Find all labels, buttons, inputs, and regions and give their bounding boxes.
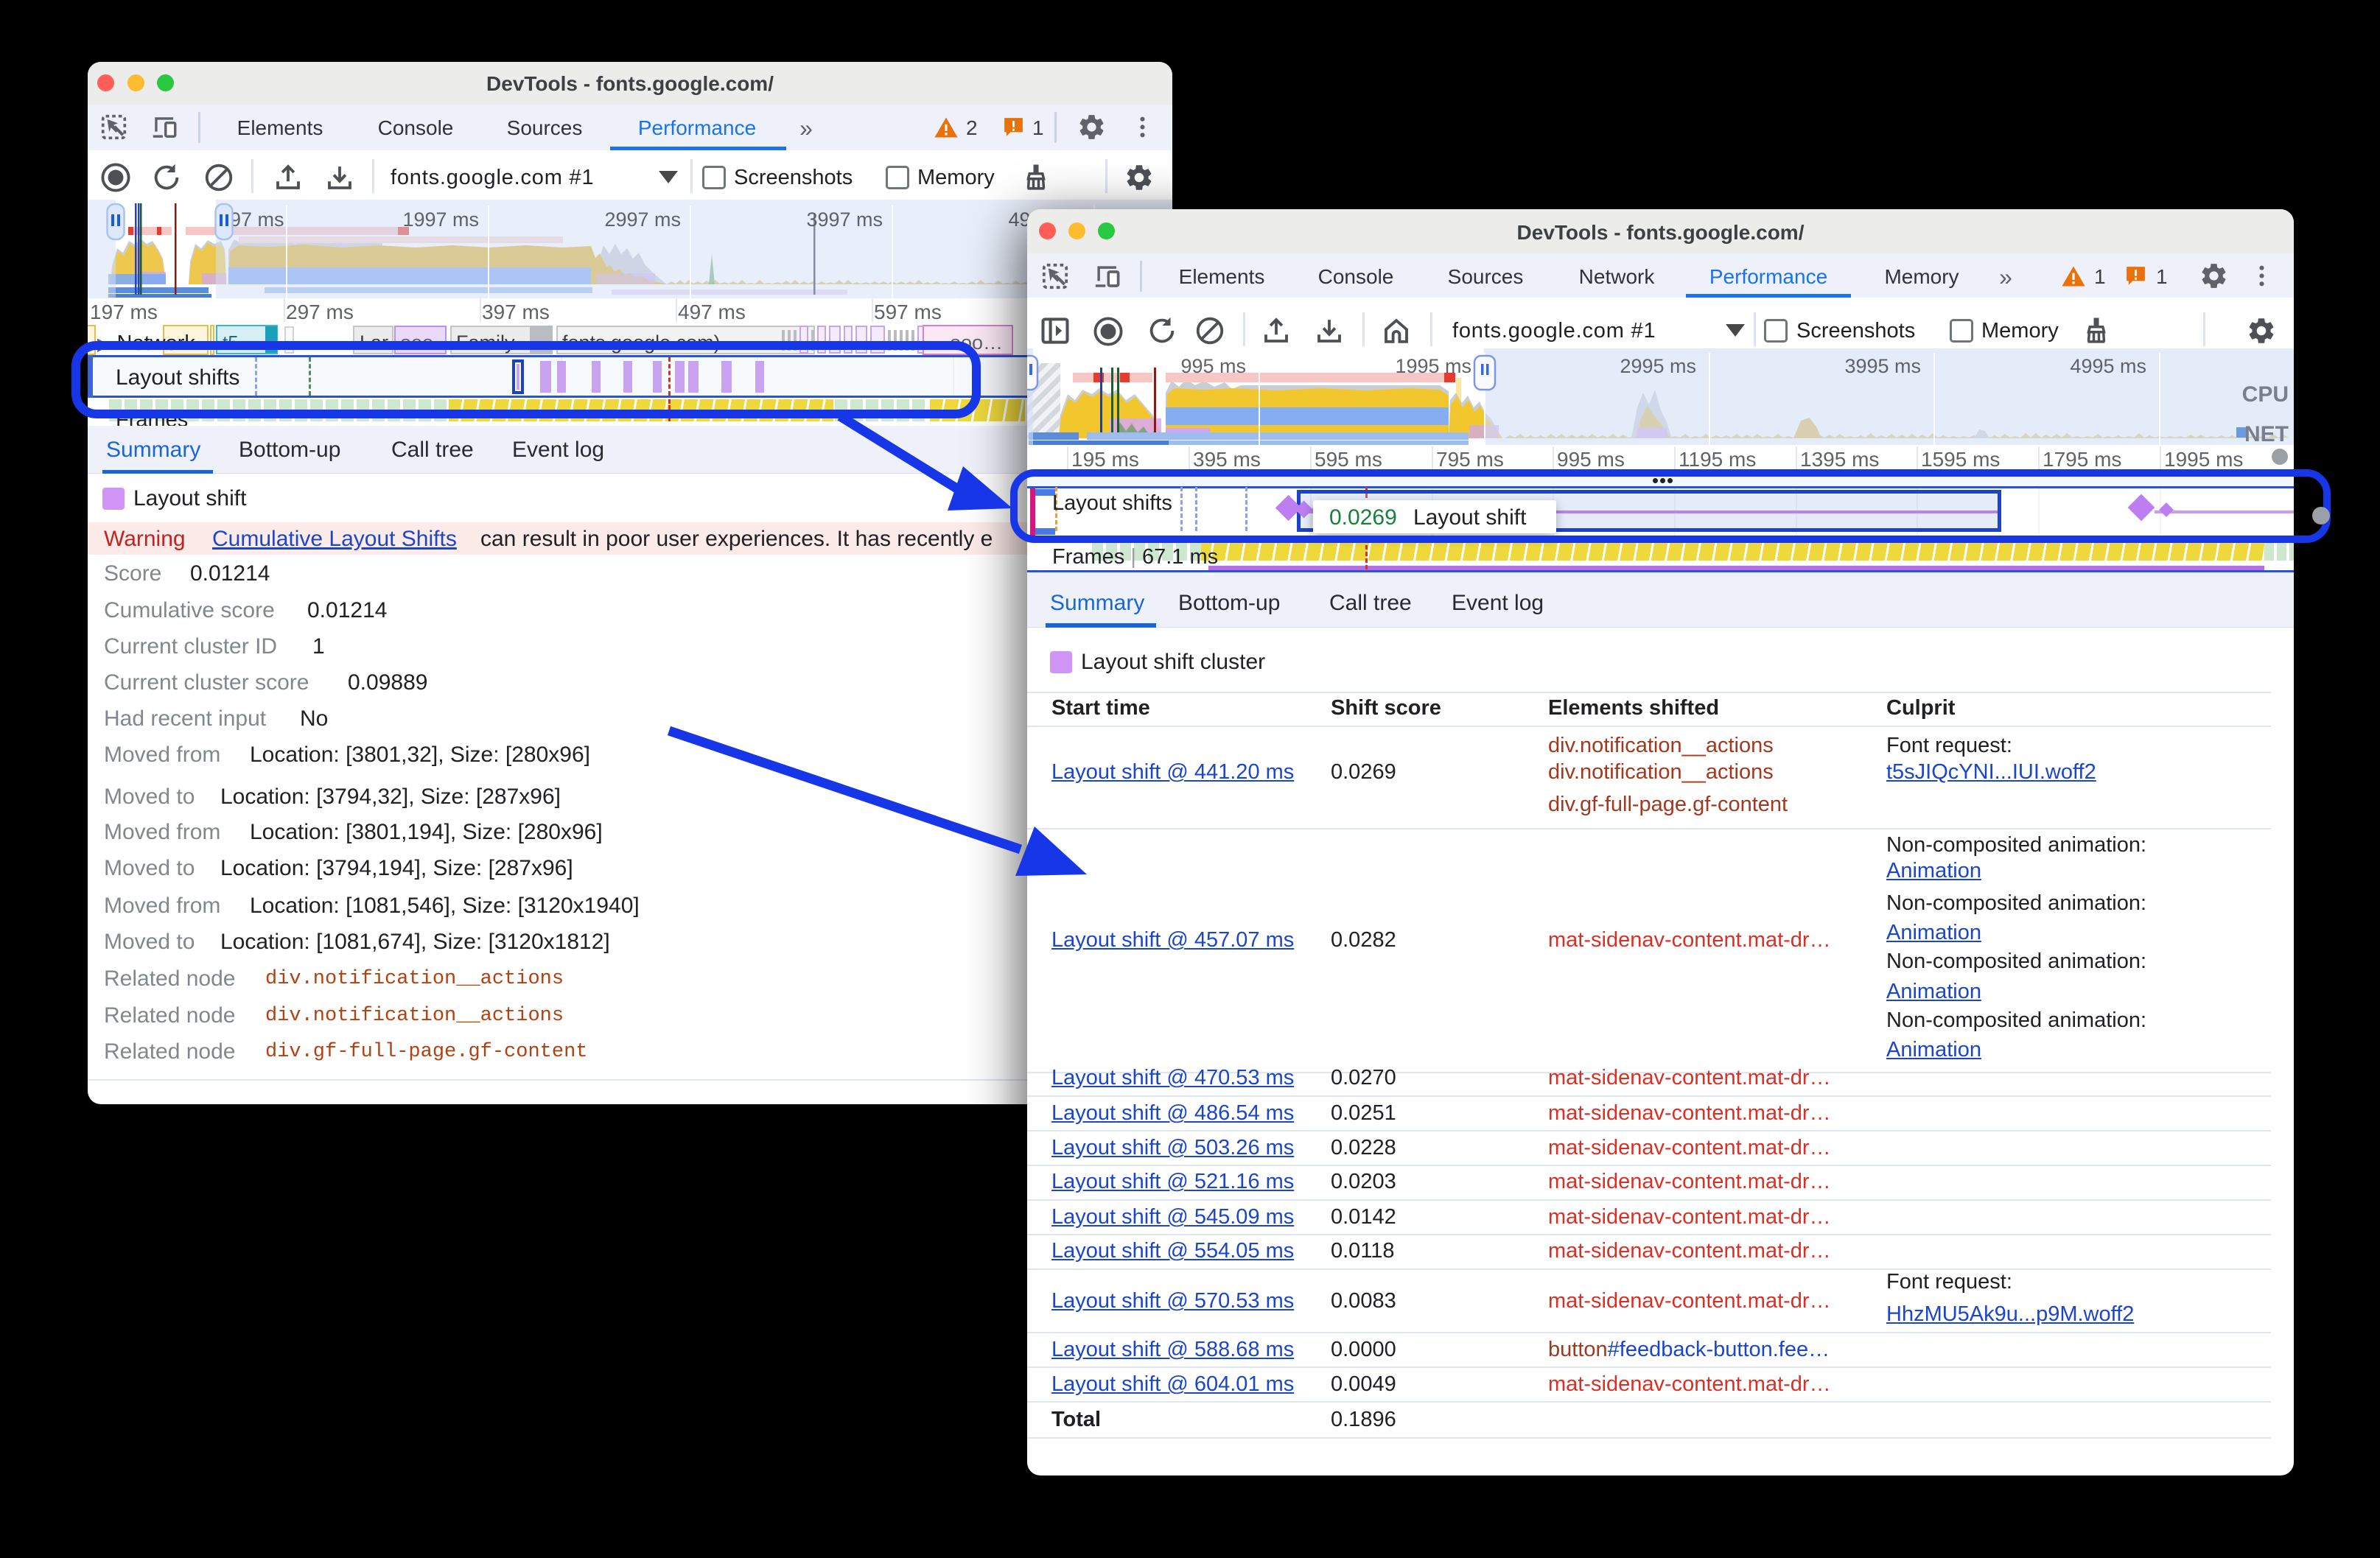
svg-text:995 ms: 995 ms — [1180, 355, 1246, 377]
svg-text:2997 ms: 2997 ms — [604, 208, 681, 231]
svg-text:1997 ms: 1997 ms — [402, 208, 479, 231]
svg-text:3997 ms: 3997 ms — [806, 208, 883, 231]
svg-text:1995 ms: 1995 ms — [1395, 355, 1471, 377]
svg-text:3995 ms: 3995 ms — [1844, 355, 1921, 377]
svg-text:97 ms: 97 ms — [230, 208, 284, 231]
svg-text:4995 ms: 4995 ms — [2070, 355, 2146, 377]
svg-text:CPU: CPU — [2242, 382, 2289, 407]
svg-text:NET: NET — [2244, 422, 2289, 445]
svg-text:2995 ms: 2995 ms — [1620, 355, 1696, 377]
